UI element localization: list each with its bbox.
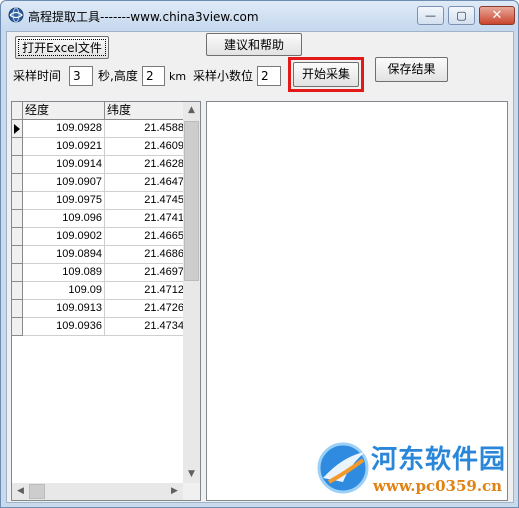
save-results-button[interactable]: 保存结果 [375, 57, 448, 82]
longitude-cell[interactable]: 109.0894 [23, 246, 105, 264]
vertical-scrollbar[interactable]: ▲ ▼ [183, 102, 200, 483]
table-row[interactable]: 109.096 21.4741 [12, 210, 187, 228]
watermark: 河东软件园 www.pc0359.cn [313, 433, 518, 503]
scroll-up-icon[interactable]: ▲ [183, 102, 200, 119]
longitude-cell[interactable]: 109.0913 [23, 300, 105, 318]
longitude-cell[interactable]: 109.0928 [23, 120, 105, 138]
interval-label: 采样时间 [13, 69, 62, 83]
longitude-cell[interactable]: 109.0975 [23, 192, 105, 210]
app-globe-icon [8, 7, 24, 23]
latitude-cell[interactable]: 21.4588 [105, 120, 187, 138]
open-excel-button[interactable]: 打开Excel文件 [15, 36, 109, 59]
table-row[interactable]: 109.09 21.4712 [12, 282, 187, 300]
table-row[interactable]: 109.0975 21.4745 [12, 192, 187, 210]
scroll-right-icon[interactable]: ▶ [166, 483, 183, 500]
table-row[interactable]: 109.0936 21.4734 [12, 318, 187, 336]
table-row[interactable]: 109.0894 21.4686 [12, 246, 187, 264]
table-row[interactable]: 109.089 21.4697 [12, 264, 187, 282]
row-header[interactable] [12, 192, 23, 210]
watermark-logo-icon [317, 442, 369, 494]
app-window: 高程提取工具-------www.china3view.com — ▢ ✕ 打开… [0, 0, 519, 508]
longitude-cell[interactable]: 109.0914 [23, 156, 105, 174]
table-row[interactable]: 109.0928 21.4588 [12, 120, 187, 138]
table-row[interactable]: 109.0913 21.4726 [12, 300, 187, 318]
row-header[interactable] [12, 210, 23, 228]
help-button[interactable]: 建议和帮助 [206, 33, 302, 56]
table-row[interactable]: 109.0902 21.4665 [12, 228, 187, 246]
vertical-scroll-thumb[interactable] [184, 121, 199, 281]
scroll-corner [183, 483, 200, 500]
maximize-icon: ▢ [456, 9, 467, 22]
title-bar[interactable]: 高程提取工具-------www.china3view.com — ▢ ✕ [1, 1, 518, 31]
watermark-url: www.pc0359.cn [373, 477, 503, 495]
row-header[interactable] [12, 300, 23, 318]
column-header-longitude[interactable]: 经度 [23, 102, 105, 120]
longitude-cell[interactable]: 109.096 [23, 210, 105, 228]
latitude-cell[interactable]: 21.4686 [105, 246, 187, 264]
latitude-cell[interactable]: 21.4609 [105, 138, 187, 156]
latitude-cell[interactable]: 21.4647 [105, 174, 187, 192]
latitude-cell[interactable]: 21.4628 [105, 156, 187, 174]
start-collect-button[interactable]: 开始采集 [293, 62, 359, 87]
longitude-cell[interactable]: 109.09 [23, 282, 105, 300]
longitude-cell[interactable]: 109.089 [23, 264, 105, 282]
row-header[interactable] [12, 246, 23, 264]
row-header[interactable] [12, 264, 23, 282]
km-label: km [169, 70, 187, 83]
grid-header: 经度 纬度 [12, 102, 200, 120]
row-header[interactable] [12, 174, 23, 192]
row-header[interactable] [12, 228, 23, 246]
maximize-button[interactable]: ▢ [448, 6, 475, 25]
row-header[interactable] [12, 120, 23, 138]
scroll-down-icon[interactable]: ▼ [183, 466, 200, 483]
minimize-icon: — [425, 9, 436, 22]
column-header-latitude[interactable]: 纬度 [105, 102, 187, 120]
longitude-cell[interactable]: 109.0936 [23, 318, 105, 336]
longitude-cell[interactable]: 109.0921 [23, 138, 105, 156]
table-row[interactable]: 109.0907 21.4647 [12, 174, 187, 192]
row-header[interactable] [12, 282, 23, 300]
row-header[interactable] [12, 138, 23, 156]
longitude-cell[interactable]: 109.0902 [23, 228, 105, 246]
watermark-title: 河东软件园 [371, 445, 507, 475]
decimals-input[interactable]: 2 [257, 66, 281, 86]
minimize-button[interactable]: — [417, 6, 444, 25]
longitude-cell[interactable]: 109.0907 [23, 174, 105, 192]
latitude-cell[interactable]: 21.4734 [105, 318, 187, 336]
grid-corner [12, 102, 23, 120]
latitude-cell[interactable]: 21.4665 [105, 228, 187, 246]
table-row[interactable]: 109.0921 21.4609 [12, 138, 187, 156]
latitude-cell[interactable]: 21.4745 [105, 192, 187, 210]
close-button[interactable]: ✕ [479, 6, 515, 25]
coordinate-grid[interactable]: 经度 纬度 109.0928 21.4588 109.0921 21.4609 109.… [11, 101, 201, 501]
horizontal-scroll-thumb[interactable] [29, 484, 45, 499]
latitude-cell[interactable]: 21.4697 [105, 264, 187, 282]
row-header[interactable] [12, 318, 23, 336]
close-icon: ✕ [491, 8, 503, 23]
height-input[interactable]: 2 [142, 66, 165, 86]
latitude-cell[interactable]: 21.4712 [105, 282, 187, 300]
table-row[interactable]: 109.0914 21.4628 [12, 156, 187, 174]
current-row-pointer-icon [14, 124, 20, 134]
horizontal-scrollbar[interactable]: ◀ ▶ [12, 483, 183, 500]
decimals-label: 采样小数位 [193, 69, 254, 83]
latitude-cell[interactable]: 21.4741 [105, 210, 187, 228]
seconds-height-label: 秒,高度 [98, 69, 138, 83]
row-header[interactable] [12, 156, 23, 174]
window-title: 高程提取工具-------www.china3view.com [28, 10, 259, 24]
scroll-left-icon[interactable]: ◀ [12, 483, 29, 500]
latitude-cell[interactable]: 21.4726 [105, 300, 187, 318]
interval-input[interactable]: 3 [69, 66, 93, 86]
